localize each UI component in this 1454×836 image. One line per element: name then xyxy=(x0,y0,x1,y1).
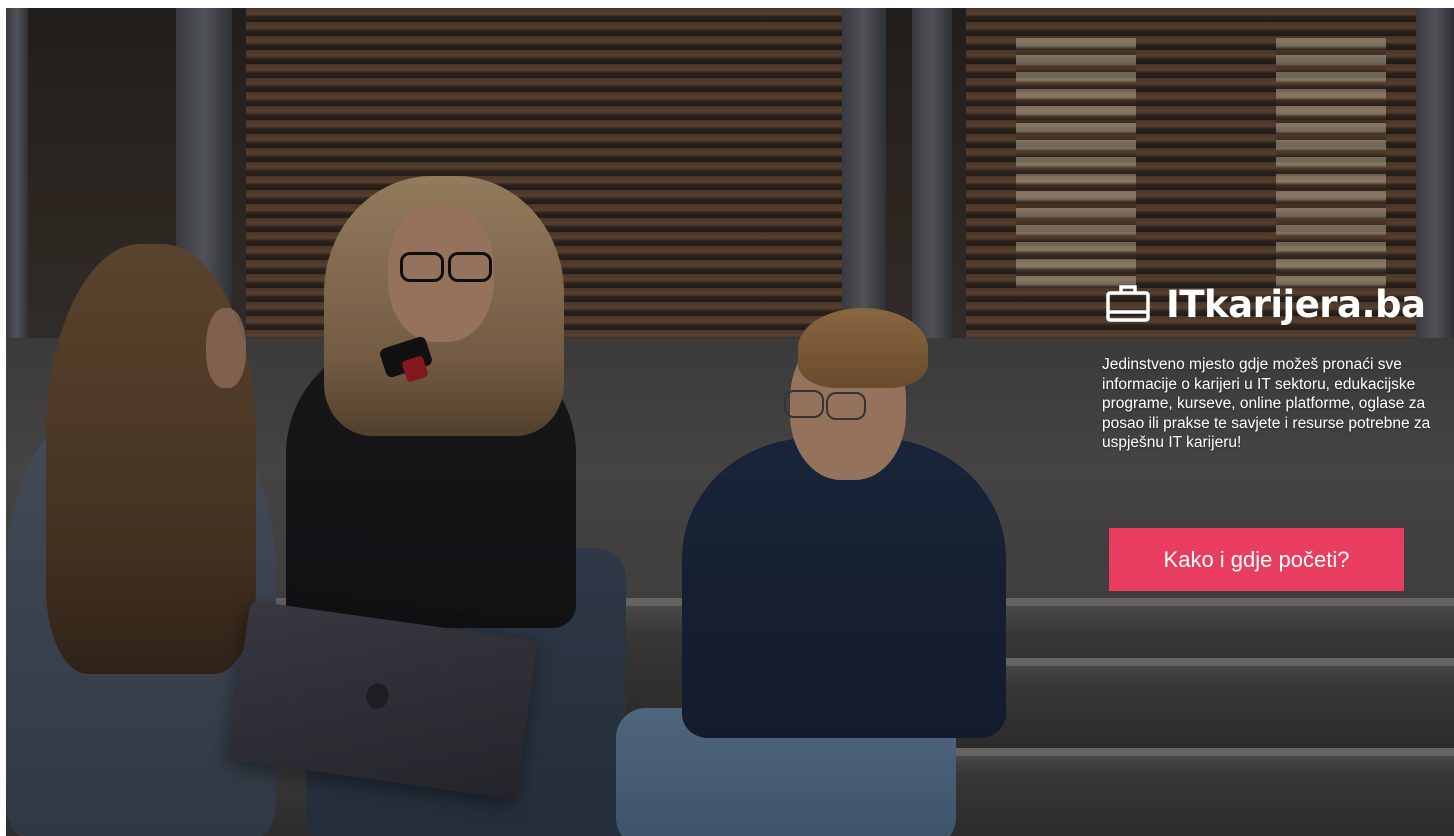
briefcase-icon xyxy=(1106,285,1150,322)
hero-section: ITkarijera.ba Jedinstveno mjesto gdje mo… xyxy=(6,8,1454,836)
hero-tagline: Jedinstveno mjesto gdje možeš pronaći sv… xyxy=(1102,356,1431,451)
brand-name: ITkarijera.ba xyxy=(1166,282,1426,326)
get-started-button[interactable]: Kako i gdje početi? xyxy=(1109,528,1404,591)
brand-logo[interactable]: ITkarijera.ba xyxy=(1104,280,1426,328)
